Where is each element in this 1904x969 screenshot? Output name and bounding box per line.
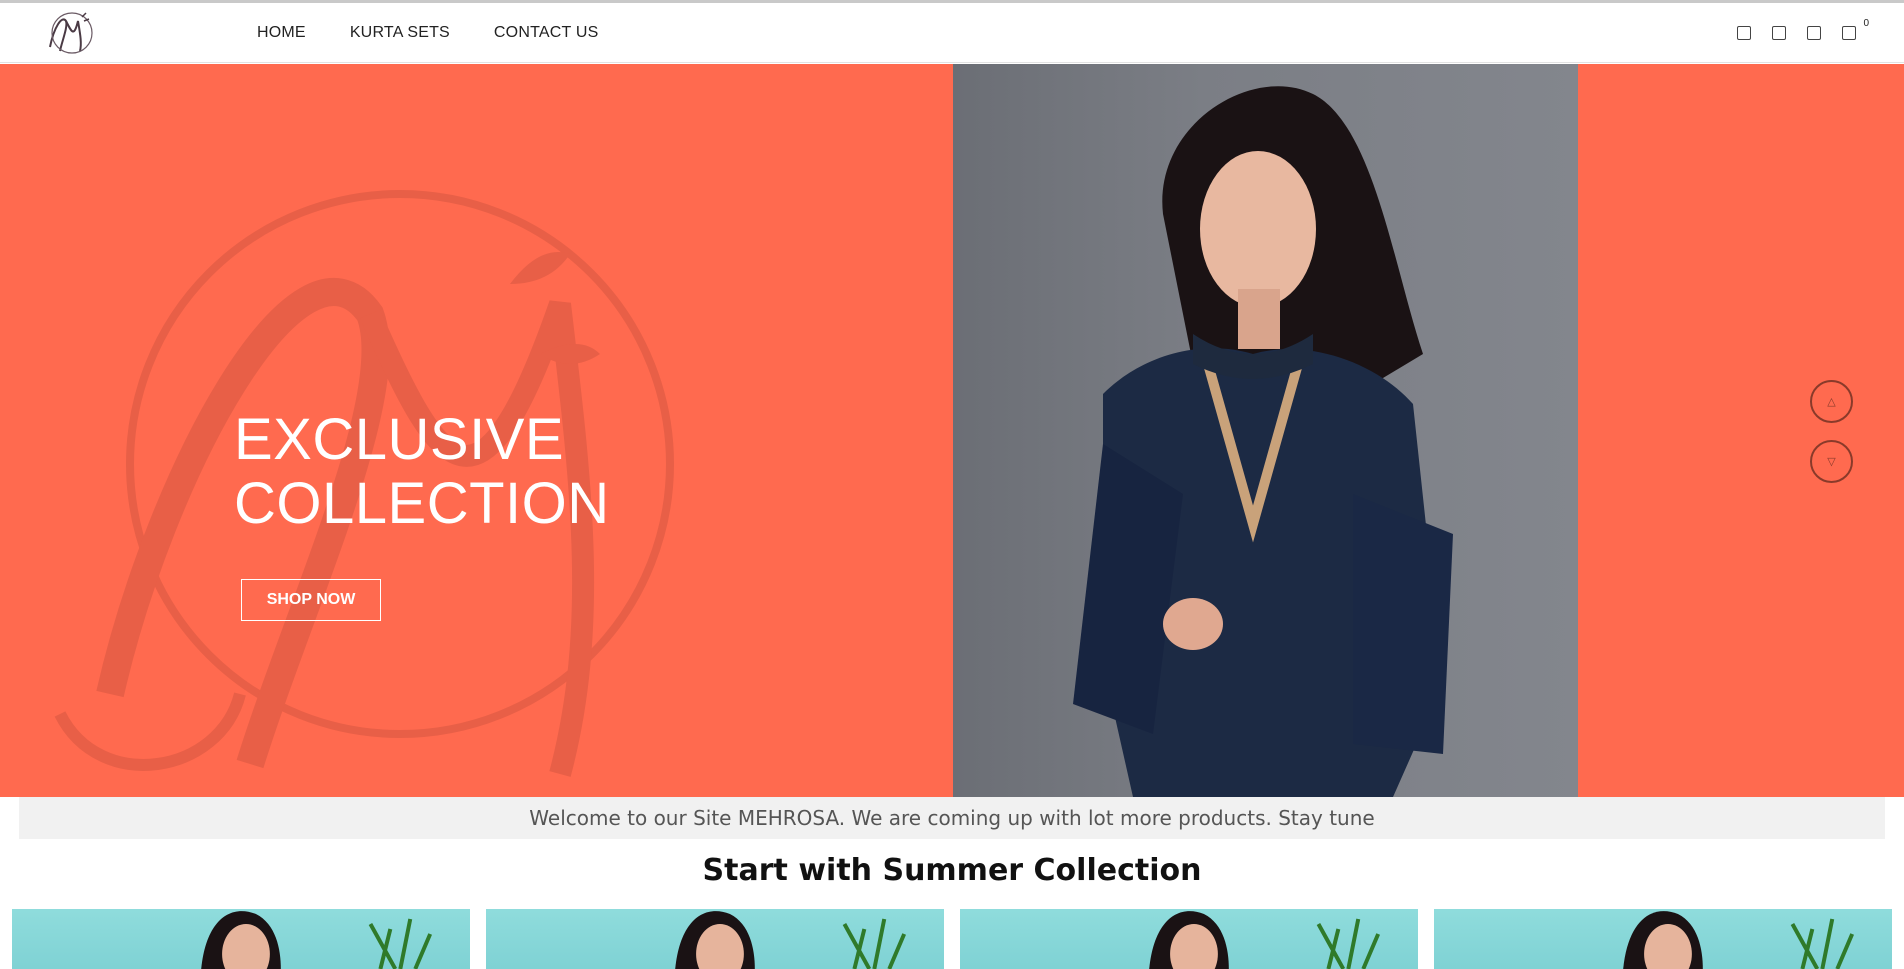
product-card[interactable]	[12, 909, 470, 969]
hero-slider: EXCLUSIVE COLLECTION SHOP NOW △ ▽	[0, 64, 1904, 797]
hero-title-line-2: COLLECTION	[234, 471, 610, 536]
model-in-navy-kurta-image	[1073, 86, 1453, 797]
slider-next-button[interactable]: ▽	[1810, 440, 1853, 483]
cart-count-badge: 0	[1863, 18, 1869, 29]
product-card[interactable]	[960, 909, 1418, 969]
nav-item-home[interactable]: HOME	[257, 24, 306, 42]
product-card[interactable]	[1434, 909, 1892, 969]
chevron-down-icon: ▽	[1827, 455, 1836, 468]
main-nav: HOME KURTA SETS CONTACT US	[257, 3, 642, 63]
hero-title-line-1: EXCLUSIVE	[234, 407, 565, 472]
section-title: Start with Summer Collection	[702, 853, 1202, 888]
nav-item-contact-us[interactable]: CONTACT US	[494, 24, 599, 42]
search-icon[interactable]	[1737, 26, 1751, 40]
product-grid	[12, 909, 1892, 969]
product-image	[1149, 911, 1381, 969]
shop-now-button[interactable]: SHOP NOW	[241, 579, 381, 621]
hero-model-image	[953, 64, 1578, 797]
chevron-up-icon: △	[1827, 395, 1836, 408]
hero-title: EXCLUSIVE COLLECTION	[234, 408, 610, 536]
product-image	[201, 911, 433, 969]
product-image	[1623, 911, 1855, 969]
user-icon[interactable]	[1772, 26, 1786, 40]
announcement-bar: Welcome to our Site MEHROSA. We are comi…	[19, 797, 1885, 839]
mehrosa-monogram-logo	[49, 12, 93, 54]
site-logo[interactable]	[40, 7, 104, 59]
header-icons: 0	[1737, 3, 1869, 63]
heart-icon[interactable]	[1807, 26, 1821, 40]
site-header: HOME KURTA SETS CONTACT US 0	[0, 3, 1904, 63]
product-card[interactable]	[486, 909, 944, 969]
cart-icon[interactable]: 0	[1842, 18, 1869, 40]
slider-prev-button[interactable]: △	[1810, 380, 1853, 423]
product-image	[675, 911, 907, 969]
nav-item-kurta-sets[interactable]: KURTA SETS	[350, 24, 450, 42]
